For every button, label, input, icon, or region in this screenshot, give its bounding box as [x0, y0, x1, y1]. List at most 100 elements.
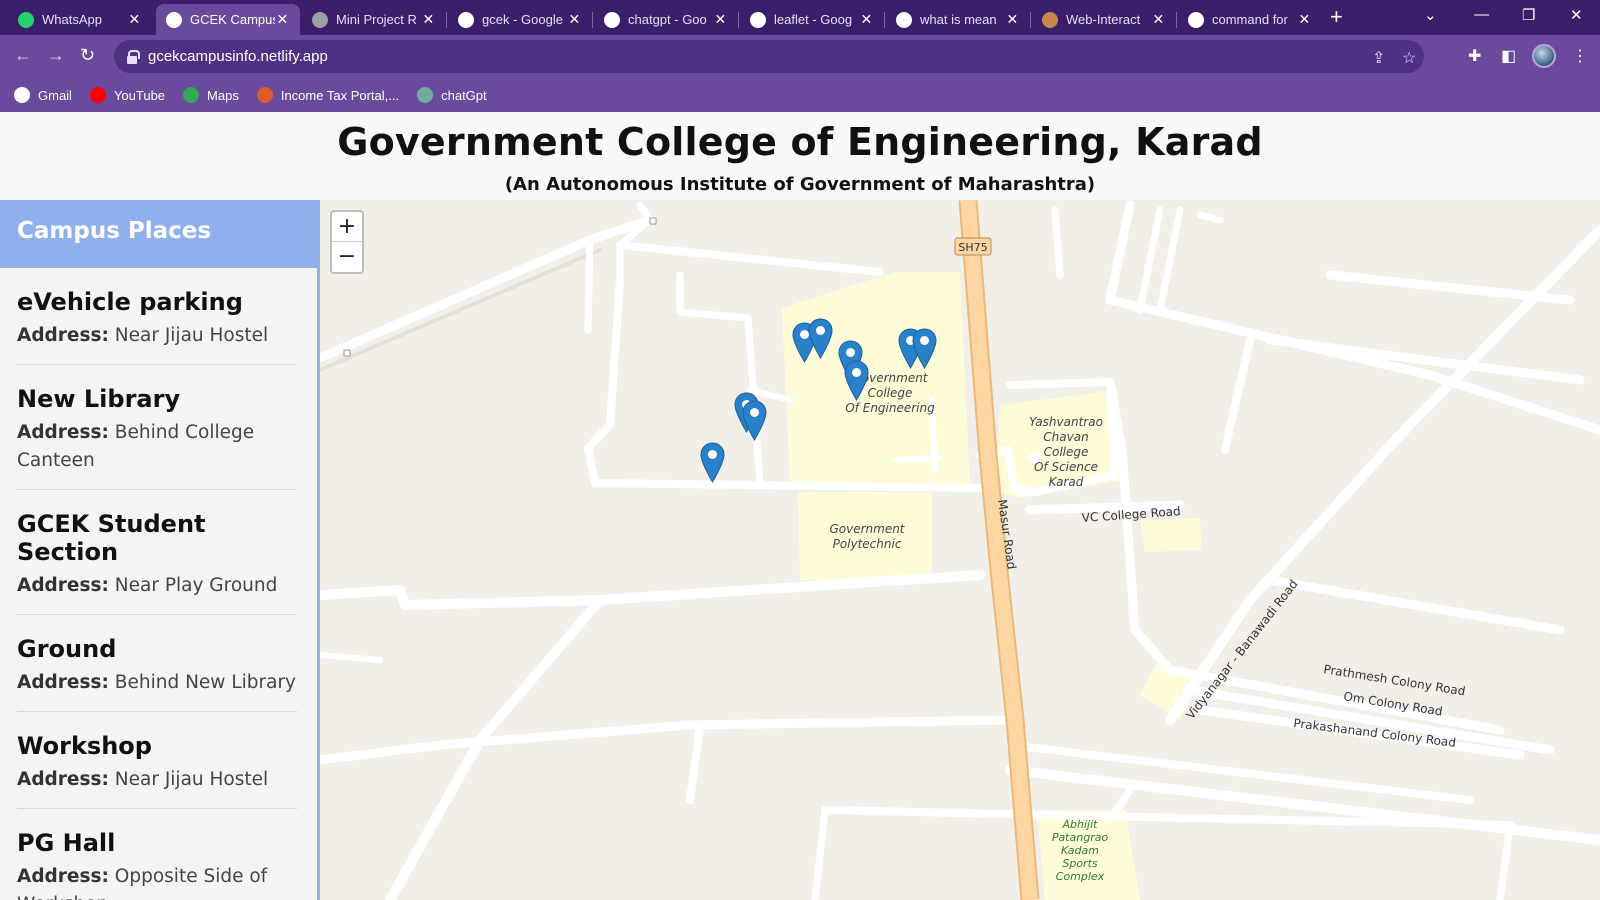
map-marker-icon[interactable] [912, 328, 937, 369]
extensions-puzzle-icon[interactable]: ✚ [1468, 46, 1481, 66]
map-marker-icon[interactable] [844, 360, 869, 401]
map-node [649, 217, 657, 225]
bookmark-label: Maps [207, 87, 239, 103]
google-icon [750, 11, 766, 28]
page-subtitle: (An Autonomous Institute of Government o… [504, 174, 1096, 195]
tab-close-icon[interactable]: ✕ [421, 11, 436, 28]
share-icon[interactable]: ⇪ [1372, 48, 1385, 68]
browser-tab[interactable]: chatgpt - Goo ✕ [594, 4, 738, 35]
tab-close-icon[interactable]: ✕ [1151, 11, 1166, 28]
map-tiles[interactable]: SH75 Government College Of Engineering Y… [320, 200, 1600, 900]
window-close-icon[interactable]: ✕ [1570, 6, 1583, 24]
browser-tab[interactable]: leaflet - Goog ✕ [740, 4, 884, 35]
address-label: Address: [17, 866, 109, 887]
tab-close-icon[interactable]: ✕ [127, 11, 142, 28]
browser-tab[interactable]: Web-Interact ✕ [1032, 4, 1176, 35]
campus-places-sidebar[interactable]: Campus Places eVehicle parking Address: N… [0, 200, 320, 900]
place-list-item[interactable]: Ground Address: Behind New Library [17, 615, 297, 712]
page-header: Government College of Engineering, Karad… [0, 112, 1600, 200]
tab-label: WhatsApp [42, 12, 102, 27]
place-list-item[interactable]: New Library Address: Behind College Cante… [17, 365, 297, 490]
zoom-control: + − [330, 210, 364, 274]
ycc-label-4: Of Science [1034, 460, 1098, 474]
tab-close-icon[interactable]: ✕ [567, 11, 582, 28]
browser-tab[interactable]: Mini Project R ✕ [302, 4, 446, 35]
tab-close-icon[interactable]: ✕ [1297, 11, 1312, 28]
map-marker-icon[interactable] [742, 400, 767, 441]
back-arrow-icon[interactable]: ← [14, 45, 32, 65]
place-name: Ground [17, 635, 117, 663]
bookmark-item[interactable]: Income Tax Portal,... [256, 87, 400, 103]
tab-separator [1176, 12, 1177, 28]
place-list-item[interactable]: eVehicle parking Address: Near Jijau Host… [17, 268, 297, 365]
map-marker-icon[interactable] [808, 318, 833, 359]
address-label: Address: [17, 422, 109, 443]
ycc-label-2: Chavan [1043, 430, 1088, 444]
zoom-in-button[interactable]: + [332, 212, 362, 242]
zoom-out-button[interactable]: − [332, 242, 362, 272]
place-address: Address: Near Jijau Hostel [17, 766, 297, 794]
place-address: Address: Behind New Library [17, 669, 297, 697]
address-bar[interactable]: gcekcampusinfo.netlify.app ⇪ ☆ [114, 40, 1424, 73]
forward-arrow-icon[interactable]: → [47, 45, 65, 65]
place-list-item[interactable]: GCEK Student Section Address: Near Play G… [17, 490, 297, 615]
place-name: PG Hall [17, 829, 116, 857]
tab-close-icon[interactable]: ✕ [859, 11, 874, 28]
tab-label: gcek - Google [482, 12, 563, 27]
place-list-item[interactable]: PG Hall Address: Opposite Side of Worksho… [17, 809, 297, 900]
place-name: Workshop [17, 732, 152, 760]
bookmark-label: Gmail [38, 87, 72, 103]
browser-tab[interactable]: WhatsApp ✕ [8, 4, 152, 35]
bookmark-star-icon[interactable]: ☆ [1402, 48, 1416, 68]
address-value: Behind New Library [114, 672, 297, 693]
tab-close-icon[interactable]: ✕ [275, 11, 290, 28]
campus-map[interactable]: SH75 Government College Of Engineering Y… [320, 200, 1600, 900]
address-value: Near Play Ground [114, 575, 278, 596]
sh75-label: SH75 [958, 241, 987, 254]
tab-search-icon[interactable]: ⌄ [1424, 6, 1437, 24]
bookmark-label: YouTube [113, 87, 166, 103]
place-address: Address: Near Jijau Hostel [17, 322, 297, 350]
bookmark-label: Income Tax Portal,... [280, 87, 400, 103]
address-label: Address: [17, 769, 109, 790]
google-icon [896, 11, 912, 28]
tab-separator [884, 12, 885, 28]
browser-tab[interactable]: command for ✕ [1178, 4, 1322, 35]
tab-close-icon[interactable]: ✕ [713, 11, 728, 28]
side-panel-icon[interactable]: ◧ [1501, 46, 1516, 66]
sports-label-2: Patangrao [1052, 831, 1109, 844]
gce-label-3: Of Engineering [845, 401, 935, 415]
place-list-item[interactable]: Workshop Address: Near Jijau Hostel [17, 712, 297, 809]
profile-avatar[interactable] [1532, 44, 1556, 68]
place-address: Address: Near Play Ground [17, 572, 297, 600]
tab-label: GCEK Campus [190, 12, 275, 27]
bookmark-item[interactable]: YouTube [89, 87, 166, 103]
gce-label-2: College [868, 386, 913, 400]
site-icon [166, 11, 182, 28]
new-tab-button[interactable]: + [1330, 6, 1343, 28]
lock-icon[interactable] [126, 49, 140, 64]
menu-kebab-icon[interactable]: ⋮ [1572, 46, 1588, 66]
bookmark-item[interactable]: Gmail [14, 87, 72, 103]
google-icon [14, 87, 30, 103]
campus-area-small [1140, 518, 1202, 552]
browser-toolbar: ← → ↻ gcekcampusinfo.netlify.app ⇪ ☆ ✚ ◧… [0, 35, 1600, 78]
page-title: Government College of Engineering, Karad [337, 120, 1263, 164]
place-name: New Library [17, 385, 181, 413]
bookmark-item[interactable]: chatGpt [417, 87, 487, 103]
bookmark-item[interactable]: Maps [183, 87, 239, 103]
reload-icon[interactable]: ↻ [80, 45, 95, 65]
tab-close-icon[interactable]: ✕ [1005, 11, 1020, 28]
browser-tab[interactable]: gcek - Google ✕ [448, 4, 592, 35]
youtube-icon [89, 87, 106, 103]
minimize-icon[interactable]: — [1474, 6, 1489, 23]
tab-label: Mini Project R [336, 12, 417, 27]
restore-icon[interactable]: ❐ [1522, 6, 1535, 24]
map-marker-icon[interactable] [700, 442, 725, 483]
place-address: Address: Opposite Side of Workshop [17, 863, 297, 900]
sports-label-1: Abhijit [1062, 818, 1099, 831]
browser-tab[interactable]: GCEK Campus ✕ [156, 4, 300, 35]
chatgpt-icon [417, 87, 434, 103]
browser-tab[interactable]: what is mean ✕ [886, 4, 1030, 35]
tab-separator [592, 12, 593, 28]
